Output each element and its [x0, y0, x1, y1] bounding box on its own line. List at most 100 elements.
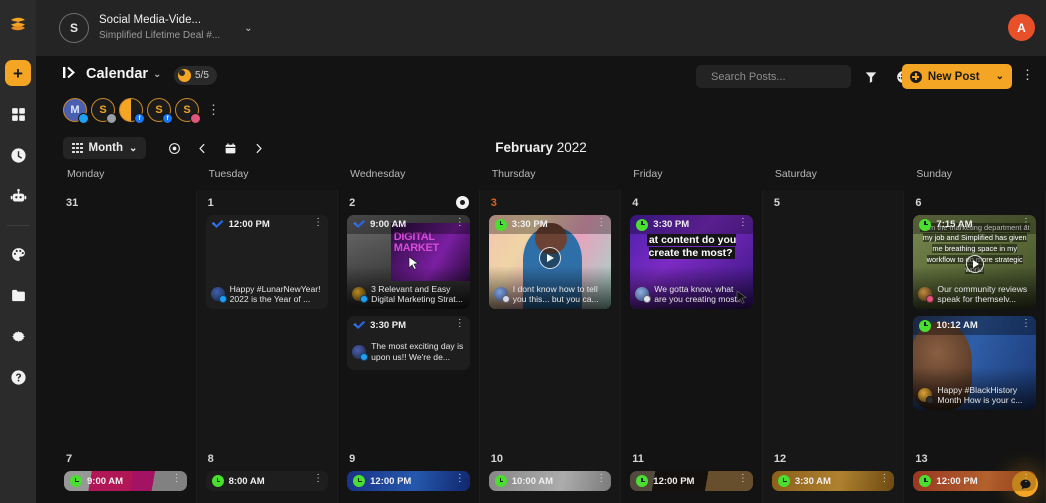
workspace-avatar[interactable]: S	[59, 13, 89, 43]
post-time: 10:12 AM	[936, 320, 977, 331]
post-menu-button[interactable]: ⋮	[738, 474, 748, 484]
day-number: 4	[630, 190, 753, 215]
create-new-button[interactable]: +	[5, 60, 31, 86]
post-card[interactable]: at content do you create the most? 3:30 …	[630, 215, 753, 309]
post-caption: The most exciting day is upon us!! We're…	[371, 341, 464, 362]
day-cell[interactable]: 8 8:00 AM ⋮	[197, 446, 339, 503]
post-menu-button[interactable]: ⋮	[455, 319, 465, 329]
post-menu-button[interactable]: ⋮	[313, 474, 323, 484]
search-input[interactable]	[711, 71, 853, 83]
quota-badge[interactable]: 5/5	[174, 66, 217, 85]
grid-icon[interactable]	[5, 101, 31, 127]
play-icon[interactable]	[539, 247, 561, 269]
filter-icon[interactable]	[861, 67, 881, 87]
day-cell[interactable]: 3 3:30 PM ⋮	[480, 190, 622, 446]
post-menu-button[interactable]: ⋮	[455, 218, 465, 228]
post-menu-button[interactable]: ⋮	[879, 474, 889, 484]
post-menu-button[interactable]: ⋮	[596, 474, 606, 484]
post-card[interactable]: 12:00 PM ⋮	[347, 471, 470, 491]
day-cell[interactable]: 11 12:00 PM ⋮	[621, 446, 763, 503]
post-menu-button[interactable]: ⋮	[738, 218, 748, 228]
post-menu-button[interactable]: ⋮	[313, 218, 323, 228]
calendar-chevron-down-icon[interactable]: ⌄	[153, 69, 161, 80]
post-card[interactable]: 10:12 AM ⋮ Happy #BlackHistory Month How…	[913, 316, 1036, 410]
play-icon[interactable]	[966, 255, 984, 273]
post-card[interactable]: 3:30 PM ⋮ I dont know how to tell you th…	[489, 215, 612, 309]
day-cell[interactable]: 5	[763, 190, 905, 446]
post-time: 9:00 AM	[87, 476, 123, 487]
post-menu-button[interactable]: ⋮	[1021, 218, 1031, 228]
post-header: 12:00 PM ⋮	[913, 471, 1036, 491]
post-header: 3:30 PM ⋮	[489, 215, 612, 234]
workspace-chevron-down-icon[interactable]: ⌄	[244, 23, 252, 34]
post-header: 12:00 PM ⋮	[630, 471, 753, 491]
post-time: 3:30 PM	[370, 320, 406, 331]
day-cell[interactable]: 12 3:30 AM ⋮	[763, 446, 905, 503]
avatar	[494, 287, 508, 301]
simplified-logo-icon[interactable]	[6, 14, 30, 38]
post-card[interactable]: 12:00 PM ⋮	[913, 471, 1036, 491]
post-card[interactable]: 12:00 PM ⋮ Happy #LunarNewYear! 2022 is …	[206, 215, 329, 309]
schedule-clock-icon	[919, 219, 931, 231]
clock-icon[interactable]	[5, 142, 31, 168]
day-cell[interactable]: 6 I am the marketing department at my jo…	[904, 190, 1046, 446]
account-avatar[interactable]: M	[63, 98, 87, 122]
day-cell[interactable]: 2 DIGITAL MARKET 9:00 AM ⋮	[338, 190, 480, 446]
schedule-clock-icon	[353, 475, 365, 487]
account-avatar[interactable]: S f	[147, 98, 171, 122]
schedule-clock-icon	[919, 475, 931, 487]
post-header: 12:00 PM ⋮	[347, 471, 470, 491]
post-menu-button[interactable]: ⋮	[596, 218, 606, 228]
day-cell[interactable]: 31	[55, 190, 197, 446]
account-avatar[interactable]: S	[175, 98, 199, 122]
dow-monday: Monday	[55, 168, 197, 190]
account-avatar[interactable]: S	[91, 98, 115, 122]
accounts-more-button[interactable]: ⋮	[207, 102, 220, 118]
search-box[interactable]	[696, 65, 851, 88]
day-cell[interactable]: 9 12:00 PM ⋮	[338, 446, 480, 503]
quota-icon	[178, 69, 191, 82]
collapse-sidebar-icon[interactable]	[63, 66, 77, 79]
post-time: 8:00 AM	[229, 476, 265, 487]
post-card[interactable]: 3:30 AM ⋮	[772, 471, 895, 491]
day-cell[interactable]: 10 10:00 AM ⋮	[480, 446, 622, 503]
account-avatar[interactable]: f	[119, 98, 143, 122]
workspace-text: Social Media-Vide... Simplified Lifetime…	[99, 13, 220, 42]
gear-icon[interactable]	[5, 323, 31, 349]
day-cell[interactable]: 1 12:00 PM ⋮ Happy #LunarNewYear! 2022 i…	[197, 190, 339, 446]
main-panel: Calendar ⌄ 5/5 M S f S f	[36, 56, 1046, 503]
new-post-chevron-down-icon[interactable]: ⌄	[996, 71, 1004, 82]
twitter-icon	[360, 295, 368, 303]
post-menu-button[interactable]: ⋮	[455, 474, 465, 484]
day-cell[interactable]: 7 9:00 AM ⋮	[55, 446, 197, 503]
avatar	[635, 287, 649, 301]
day-cell[interactable]: 4 at content do you create the most? 3:3…	[621, 190, 763, 446]
post-time: 12:00 PM	[653, 476, 694, 487]
user-avatar[interactable]: A	[1008, 14, 1035, 41]
post-header: 3:30 AM ⋮	[772, 471, 895, 491]
post-card[interactable]: 12:00 PM ⋮	[630, 471, 753, 491]
post-caption: We gotta know, what are you creating mos…	[654, 284, 747, 305]
question-icon[interactable]	[5, 364, 31, 390]
post-time: 12:00 PM	[936, 476, 977, 487]
folder-icon[interactable]	[5, 282, 31, 308]
post-menu-button[interactable]: ⋮	[172, 474, 182, 484]
post-card[interactable]: DIGITAL MARKET 9:00 AM ⋮ 3 Relevant and …	[347, 215, 470, 309]
palette-icon[interactable]	[5, 241, 31, 267]
post-menu-button[interactable]: ⋮	[1021, 319, 1031, 329]
post-menu-button[interactable]: ⋮	[1021, 474, 1031, 484]
post-card[interactable]: 3:30 PM ⋮ The most exciting day is upon …	[347, 316, 470, 370]
instagram-icon	[502, 295, 510, 303]
post-card[interactable]: 9:00 AM ⋮	[64, 471, 187, 491]
post-card[interactable]: 8:00 AM ⋮	[206, 471, 329, 491]
day-of-week-header: Monday Tuesday Wednesday Thursday Friday…	[55, 168, 1046, 190]
post-footer: We gotta know, what are you creating mos…	[630, 281, 753, 309]
post-header: 9:00 AM ⋮	[64, 471, 187, 491]
new-post-button[interactable]: New Post ⌄	[902, 64, 1012, 89]
post-card[interactable]: 10:00 AM ⋮	[489, 471, 612, 491]
post-card[interactable]: I am the marketing department at my job …	[913, 215, 1036, 309]
robot-icon[interactable]	[5, 183, 31, 209]
post-caption: 3 Relevant and Easy Digital Marketing St…	[371, 284, 464, 305]
more-options-button[interactable]: ⋮	[1021, 68, 1034, 81]
post-footer: Happy #LunarNewYear! 2022 is the Year of…	[206, 281, 329, 309]
